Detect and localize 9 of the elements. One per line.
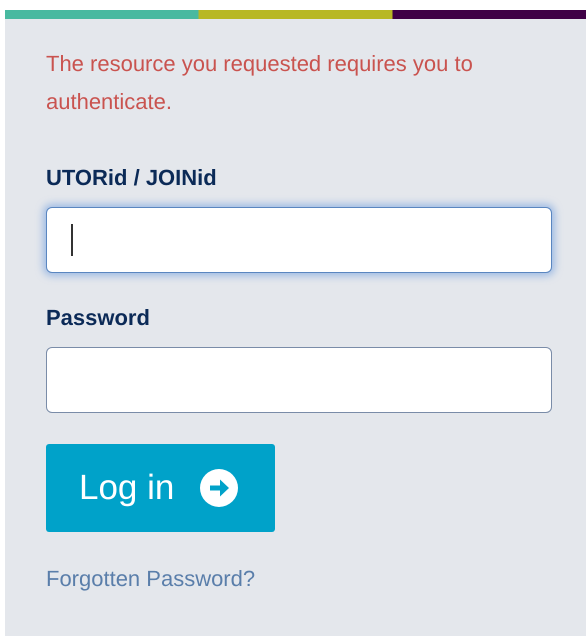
input-field[interactable]	[46, 347, 552, 413]
arrow-circle-icon	[200, 469, 238, 507]
field-label: UTORid / JOINid	[46, 165, 217, 191]
input-field[interactable]	[46, 207, 552, 273]
text-cursor-icon	[71, 224, 73, 256]
login-button[interactable]: Log in	[46, 444, 275, 532]
field-label: Password	[46, 305, 150, 331]
forgot-password-link[interactable]: Forgotten Password?	[46, 566, 256, 592]
error-message: The resource you requested requires you to authenticate.	[46, 50, 474, 116]
